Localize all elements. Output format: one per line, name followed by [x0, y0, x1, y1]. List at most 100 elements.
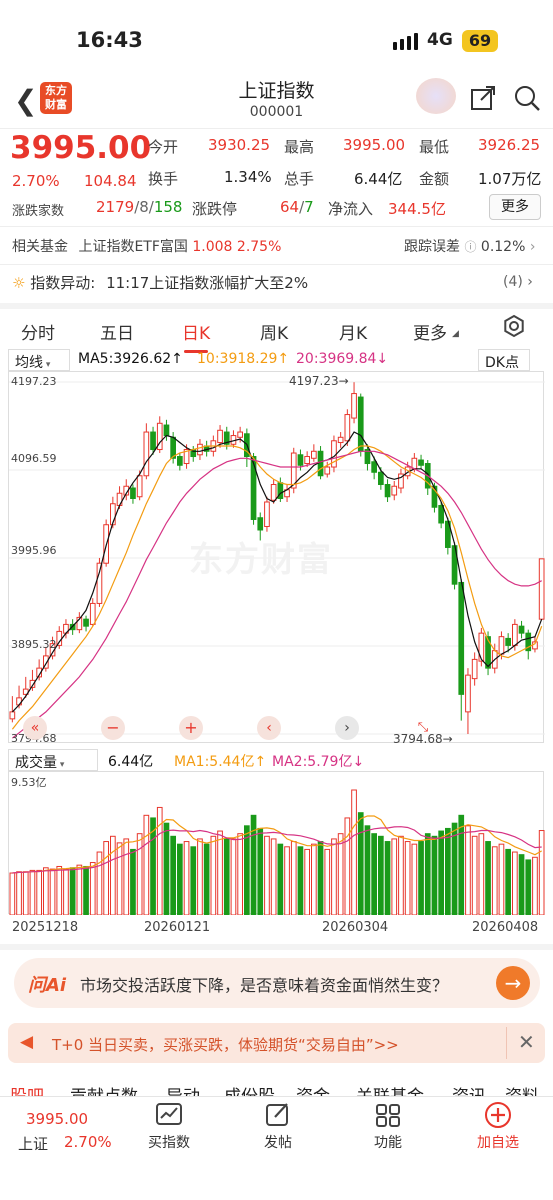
volume-bar — [344, 817, 351, 915]
buy-index-button[interactable]: 买指数 — [134, 1132, 204, 1152]
volume-bar — [505, 848, 511, 915]
volume-value: 6.44亿 — [354, 170, 403, 188]
promo-banner[interactable]: ◀ T+0 当日买卖，买涨买跌，体验期货“交易自由”>> ✕ — [8, 1023, 545, 1063]
candle-body — [297, 454, 304, 466]
edit-icon[interactable] — [265, 1102, 291, 1128]
arrow-right-icon[interactable]: → — [496, 966, 530, 1000]
volume-bar — [431, 835, 438, 915]
candle-body — [136, 475, 143, 498]
tab-daily-k[interactable]: 日K — [182, 319, 210, 353]
share-icon[interactable] — [469, 84, 497, 112]
volume-bar — [110, 835, 116, 915]
ai-avatar[interactable] — [416, 78, 456, 114]
candle-body — [378, 471, 384, 486]
tab-weekly-k[interactable]: 周K — [260, 319, 288, 344]
watermark: 东方财富 — [189, 540, 333, 580]
limit-label: 涨跌停 — [192, 200, 238, 218]
search-icon[interactable] — [513, 84, 541, 112]
volume-bar — [364, 825, 371, 915]
chart-icon[interactable] — [155, 1102, 183, 1128]
more-button[interactable]: 更多 — [489, 194, 541, 220]
candle-body — [197, 443, 203, 456]
volume-bar — [89, 862, 96, 915]
volume-bar — [445, 827, 451, 915]
volume-bar — [424, 833, 431, 915]
volume-bar — [465, 825, 471, 915]
volume-bar — [63, 868, 69, 915]
volume-bar — [438, 830, 444, 915]
volume-bar — [384, 841, 391, 915]
tracking-error[interactable]: 跟踪误差 ⓘ 0.12% › — [404, 236, 535, 256]
change-pct: 2.70% — [12, 172, 60, 190]
alert-text: 11:17上证指数涨幅扩大至2% — [106, 274, 309, 292]
y-tick-4: 3895.32 — [11, 638, 57, 651]
ai-question-bar[interactable]: 问Ai 市场交投活跃度下降，是否意味着资金面悄然生变？ → — [14, 958, 540, 1008]
volume-bar — [143, 814, 150, 915]
volume-bar — [22, 871, 29, 915]
volume-bar — [525, 859, 532, 915]
add-circle-icon[interactable] — [484, 1101, 512, 1129]
grid-icon[interactable] — [374, 1102, 402, 1128]
volume-bar — [197, 838, 203, 915]
volume-chart[interactable]: 9.53亿 — [8, 771, 545, 915]
volume-bar — [69, 867, 76, 915]
functions-button[interactable]: 功能 — [353, 1132, 423, 1152]
volume-bar — [371, 833, 377, 915]
tab-intraday[interactable]: 分时 — [21, 319, 55, 344]
ma-selector[interactable]: 均线 ▾ — [8, 349, 70, 371]
megaphone-icon: ◀ — [20, 1032, 34, 1052]
caret-icon: ◢ — [452, 329, 459, 339]
zoom-out-icon[interactable]: − — [101, 716, 125, 740]
tab-monthly-k[interactable]: 月K — [339, 319, 367, 344]
volume-bar — [9, 872, 16, 915]
vol-ma1: MA1:5.44亿↑ — [174, 754, 267, 770]
turnover-value: 1.34% — [224, 168, 272, 186]
post-button[interactable]: 发帖 — [243, 1132, 313, 1152]
tab-five-day[interactable]: 五日 — [100, 319, 134, 344]
candle-body — [438, 504, 444, 524]
dk-button[interactable]: DK点 — [478, 349, 530, 371]
kline-chart[interactable]: 东方财富 4197.23 4096.59 3995.96 3895.32 379… — [8, 371, 545, 746]
expand-icon[interactable]: ⤡ — [411, 716, 435, 740]
alert-count[interactable]: (4) › — [503, 274, 533, 290]
volume-bar — [36, 869, 42, 915]
indicator-selector[interactable]: 成交量 ▾ — [8, 749, 98, 771]
date-1: 20251218 — [12, 920, 79, 935]
candle-body — [143, 431, 150, 477]
prev-icon[interactable]: ‹ — [257, 716, 281, 740]
amount-value: 1.07万亿 — [478, 170, 542, 188]
volume-bar — [163, 822, 170, 915]
settings-icon[interactable] — [502, 314, 526, 338]
candle-body — [344, 414, 351, 442]
candle-body — [411, 457, 418, 470]
volume-bar — [538, 830, 545, 915]
fund-pct: 2.75% — [236, 239, 282, 255]
volume-label: 总手 — [284, 170, 315, 188]
volume-bar — [485, 841, 491, 915]
candle-body — [250, 456, 257, 520]
close-icon[interactable]: ✕ — [518, 1030, 535, 1054]
status-time: 16:43 — [76, 28, 143, 52]
inflow-label: 净流入 — [328, 200, 374, 218]
next-icon[interactable]: › — [335, 716, 359, 740]
index-alert-row[interactable]: ☼ 指数异动: 11:17上证指数涨幅扩大至2% — [12, 272, 553, 296]
candle-body — [478, 632, 485, 662]
candle-body — [324, 466, 331, 475]
date-4: 20260408 — [472, 920, 539, 935]
rewind-icon[interactable]: « — [23, 716, 47, 740]
ai-brand: 问Ai — [28, 975, 67, 996]
tab-more[interactable]: 更多 — [413, 319, 447, 344]
candle-body — [317, 450, 324, 477]
volume-bar — [210, 835, 217, 915]
sun-icon: ☼ — [12, 274, 26, 292]
zoom-in-icon[interactable]: + — [179, 716, 203, 740]
add-watchlist-button[interactable]: 加自选 — [463, 1132, 533, 1152]
candle-body — [371, 461, 377, 473]
volume-bar — [351, 789, 357, 915]
candle-body — [485, 636, 491, 669]
candle-body — [518, 625, 525, 634]
high-label: 最高 — [284, 138, 315, 156]
volume-bar — [317, 841, 324, 915]
fund-name: 上证指数ETF富国 — [78, 239, 188, 255]
vol-ma2: MA2:5.79亿↓ — [272, 754, 365, 770]
